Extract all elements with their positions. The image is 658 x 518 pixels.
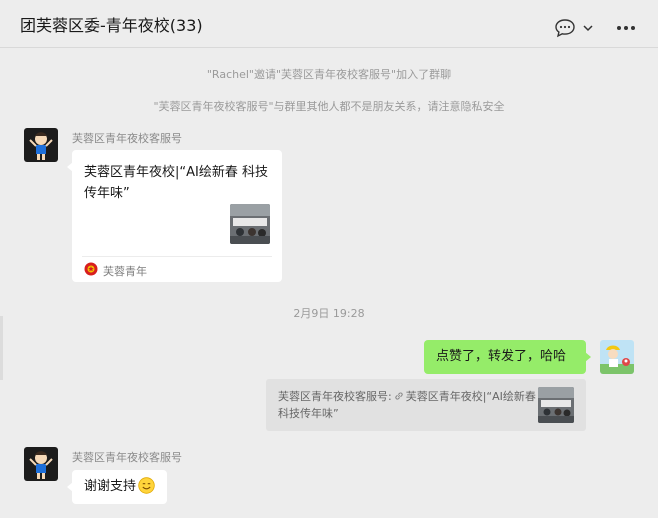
sender-name: 芙蓉区青年夜校客服号 xyxy=(72,132,182,145)
chat-window: 团芙蓉区委-青年夜校(33) "Rachel"邀请"芙蓉区青年夜校客服号"加入了… xyxy=(0,0,658,518)
timestamp: 2月9日 19:28 xyxy=(293,307,365,320)
my-avatar[interactable] xyxy=(600,340,634,374)
quoted-text: 芙蓉区青年夜校客服号: 芙蓉区青年夜校|“AI绘新春 科技传年味” xyxy=(278,388,540,422)
chat-bubble-icon[interactable] xyxy=(554,18,576,38)
chevron-down-icon[interactable] xyxy=(582,24,594,32)
chat-title: 团芙蓉区委-青年夜校(33) xyxy=(20,16,203,35)
article-title: 芙蓉区青年夜校|“AI绘新春 科技传年味” xyxy=(84,165,268,201)
more-icon[interactable] xyxy=(616,25,636,31)
sender-avatar[interactable] xyxy=(24,128,58,162)
sender-avatar[interactable] xyxy=(24,447,58,481)
youth-league-badge-icon xyxy=(84,262,98,276)
scrollbar-track[interactable] xyxy=(0,316,3,380)
outgoing-message[interactable]: 点赞了，转发了，哈哈 xyxy=(424,340,591,374)
incoming-message[interactable]: 谢谢支持 xyxy=(66,470,168,504)
article-source: 芙蓉青年 xyxy=(103,265,147,278)
quoted-thumbnail xyxy=(538,387,574,423)
system-message-privacy: "芙蓉区青年夜校客服号"与群里其他人都不是朋友关系，请注意隐私安全 xyxy=(153,100,505,113)
system-message-invite: "Rachel"邀请"芙蓉区青年夜校客服号"加入了群聊 xyxy=(206,68,452,81)
header-actions xyxy=(554,18,636,38)
incoming-message-text: 谢谢支持 xyxy=(84,479,137,494)
smile-emoji-icon xyxy=(138,477,155,494)
sender-name: 芙蓉区青年夜校客服号 xyxy=(72,451,182,464)
card-divider xyxy=(82,256,272,257)
quoted-sender: 芙蓉区青年夜校客服号: xyxy=(278,390,392,403)
chat-header: 团芙蓉区委-青年夜校(33) xyxy=(0,0,658,48)
quoted-message[interactable]: 芙蓉区青年夜校客服号: 芙蓉区青年夜校|“AI绘新春 科技传年味” xyxy=(266,379,586,431)
article-card[interactable]: 芙蓉区青年夜校|“AI绘新春 科技传年味” 芙蓉青年 xyxy=(67,150,282,282)
article-thumbnail xyxy=(230,204,270,244)
link-icon xyxy=(395,392,403,400)
